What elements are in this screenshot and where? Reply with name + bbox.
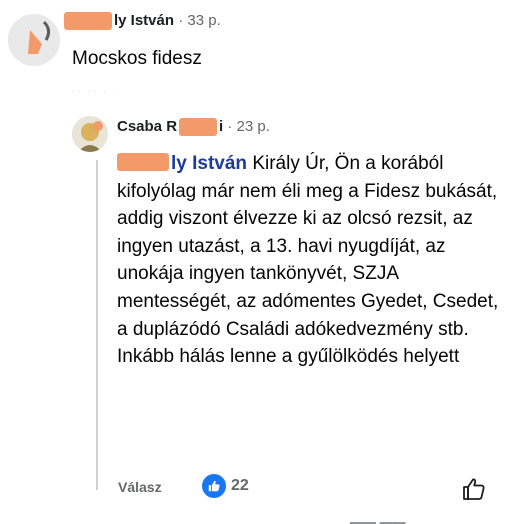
avatar[interactable] — [8, 14, 60, 66]
separator-dot: · — [227, 118, 237, 135]
thumbs-up-icon — [463, 478, 485, 500]
comment-meta: ly István · 33 p. — [64, 12, 221, 31]
redaction-mark — [179, 118, 218, 137]
mention-link[interactable]: ly István — [117, 153, 247, 174]
reply-button[interactable]: Válasz — [118, 479, 162, 495]
separator-dot: · — [178, 12, 188, 29]
comment-body: Király Úr, Ön a korából kifolyólag már n… — [117, 153, 499, 368]
faded-fragment: ·· ·· · · — [72, 86, 119, 97]
avatar-image-icon — [8, 14, 60, 66]
redaction-mark — [117, 153, 169, 171]
reaction-summary[interactable]: 22 — [202, 474, 249, 498]
thread-line — [96, 160, 98, 490]
redaction-mark — [64, 12, 112, 31]
timestamp[interactable]: 23 p. — [237, 118, 270, 135]
author-name[interactable]: Csaba R — [117, 118, 177, 135]
comment-thread: ly István · 33 p. Mocskos fidesz ·· ·· ·… — [0, 0, 526, 524]
author-name[interactable]: ly István — [114, 12, 174, 29]
author-name-end: i — [219, 118, 224, 135]
cut-off-next-comment: ▬▬ ▬▬ — [350, 514, 406, 524]
comment-meta: Csaba R i · 23 p. — [117, 118, 270, 137]
mention-name: ly István — [171, 153, 248, 174]
like-button[interactable] — [461, 476, 487, 502]
timestamp[interactable]: 33 p. — [187, 12, 220, 29]
comment-text: Mocskos fidesz — [72, 48, 202, 69]
reaction-count: 22 — [231, 477, 249, 494]
avatar-image-icon — [72, 116, 108, 152]
comment-text: ly István Király Úr, Ön a korából kifoly… — [117, 150, 509, 371]
like-reaction-icon — [202, 474, 226, 498]
avatar[interactable] — [72, 116, 108, 152]
